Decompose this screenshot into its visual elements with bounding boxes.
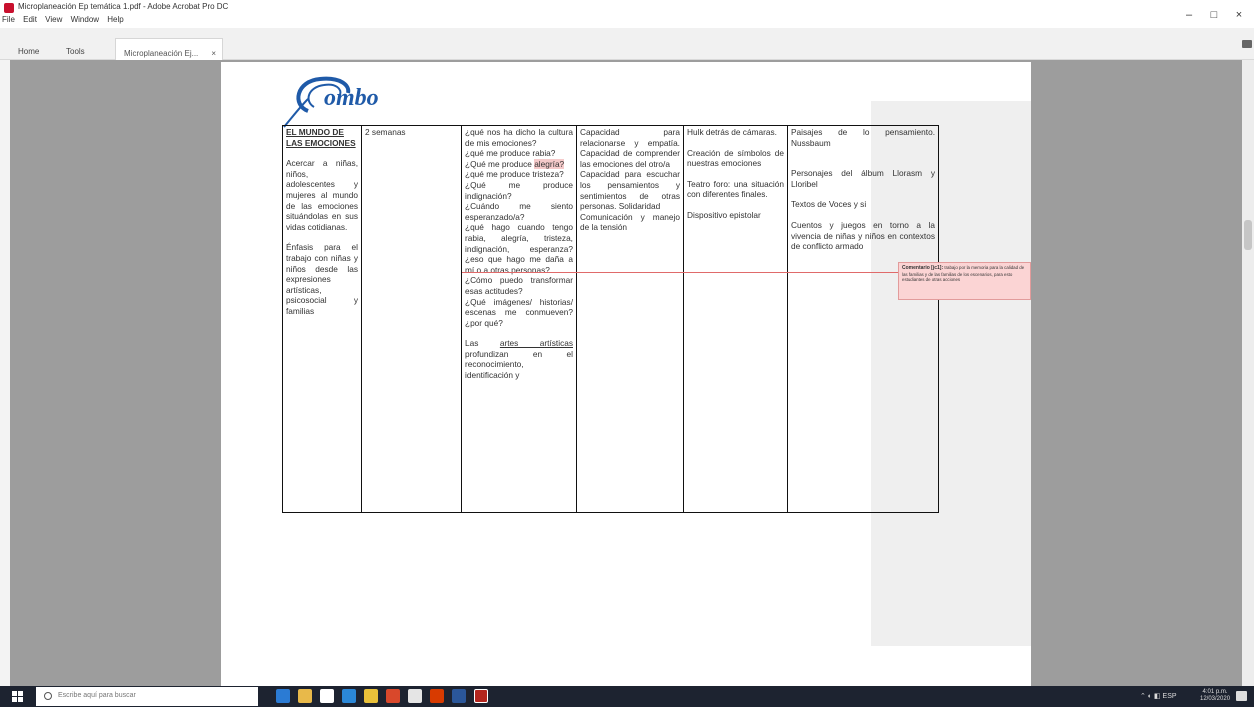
cell-activities: Hulk detrás de cámaras. Creación de símb…	[683, 125, 788, 513]
office-icon[interactable]	[386, 689, 400, 703]
menu-window[interactable]: Window	[71, 15, 99, 24]
combo-logo: ombo	[283, 76, 379, 128]
tab-bar: Home Tools Microplaneación Ej... ×	[0, 28, 1254, 60]
theme-title: EL MUNDO DE LAS EMOCIONES	[286, 127, 356, 148]
taskbar-search-input[interactable]: Escribe aquí para buscar	[36, 687, 258, 706]
activity-1: Hulk detrás de cámaras.	[687, 127, 777, 137]
tab-tools[interactable]: Tools	[66, 47, 85, 56]
activity-4: Dispositivo epistolar	[687, 209, 761, 220]
windows-start-icon[interactable]	[12, 691, 23, 702]
duration-text: 2 semanas	[365, 127, 406, 137]
arts-text-b: artes artísticas	[499, 338, 573, 349]
clock-time: 4:01 p.m.	[1202, 689, 1228, 695]
question-3: ¿Qué me produce alegría?	[465, 158, 573, 170]
edge-icon[interactable]	[276, 689, 290, 703]
vertical-scrollbar[interactable]	[1242, 60, 1254, 686]
menu-help[interactable]: Help	[107, 15, 123, 24]
language-indicator[interactable]: ESP	[1163, 693, 1177, 700]
resource-2: Personajes del álbum Llorasm y Lloribel	[791, 168, 935, 189]
question-2: ¿qué me produce rabia?	[465, 148, 556, 159]
mail-icon[interactable]	[342, 689, 356, 703]
acrobat-app-icon	[4, 3, 14, 13]
comment-balloon[interactable]: Comentario [jc1]: trabajo por la memoria…	[898, 262, 1031, 300]
theme-objective: Acercar a niñas, niños, adolescentes y m…	[286, 158, 358, 232]
question-3-text: ¿Qué me produce	[465, 158, 532, 169]
question-4: ¿qué me produce tristeza?	[465, 169, 564, 180]
resource-4: Cuentos y juegos en torno a la vivencia …	[791, 219, 935, 252]
resource-1: Paisajes de lo pensamiento. Nussbaum	[791, 127, 935, 148]
resource-3: Textos de Voces y si	[791, 199, 867, 210]
chrome-icon[interactable]	[364, 689, 378, 703]
left-pane-collapsed[interactable]	[0, 60, 10, 686]
question-6: ¿Cuándo me siento esperanzado/a?	[465, 201, 573, 222]
capacity-2: Capacidad para escuchar los pensamientos…	[580, 169, 680, 212]
menu-view[interactable]: View	[45, 15, 62, 24]
capacity-1: Capacidad para relacionarse y empatía. C…	[580, 127, 680, 169]
cell-duration: 2 semanas	[361, 125, 462, 513]
activity-3: Teatro foro: una situación con diferente…	[687, 178, 784, 200]
theme-emphasis: Énfasis para el trabajo con niñas y niño…	[286, 242, 358, 316]
close-tab-icon[interactable]: ×	[211, 49, 216, 58]
question-8: ¿Cómo puedo transformar esas actitudes?	[465, 275, 573, 296]
maximize-button[interactable]: □	[1205, 8, 1223, 22]
arts-paragraph: Las artes artísticas profundizan en el r…	[465, 338, 573, 380]
question-1: ¿qué nos ha dicho la cultura de mis emoc…	[465, 127, 573, 148]
scrollbar-thumb[interactable]	[1244, 220, 1252, 250]
powerpoint-icon[interactable]	[430, 689, 444, 703]
capacity-3: Comunicación y manejo de la tensión	[580, 211, 680, 233]
word-icon[interactable]	[452, 689, 466, 703]
comment-author: Comentario [jc1]:	[902, 265, 944, 271]
activity-2: Creación de símbolos de nuestras emocion…	[687, 147, 784, 169]
svg-text:ombo: ombo	[324, 85, 379, 111]
clock-date: 12/03/2020	[1200, 696, 1231, 702]
cell-questions: ¿qué nos ha dicho la cultura de mis emoc…	[461, 125, 577, 513]
search-icon	[44, 692, 52, 700]
question-9: ¿Qué imágenes/ historias/ escenas me con…	[465, 296, 573, 328]
notifications-icon[interactable]	[1236, 691, 1247, 701]
taskbar: Escribe aquí para buscar ⌃ ◐ ◧ ESP 4:01 …	[0, 686, 1254, 707]
clock[interactable]: 4:01 p.m. 12/03/2020	[1200, 689, 1230, 703]
minimize-button[interactable]: –	[1180, 8, 1198, 22]
arts-text-c: profundizan en el reconocimiento, identi…	[465, 348, 573, 381]
cell-resources: Paisajes de lo pensamiento. Nussbaum Per…	[787, 125, 939, 513]
cell-capacities: Capacidad para relacionarse y empatía. C…	[576, 125, 684, 513]
store-icon[interactable]	[320, 689, 334, 703]
planning-table: EL MUNDO DE LAS EMOCIONES Acercar a niña…	[282, 125, 939, 513]
arts-text-a: Las	[465, 338, 479, 349]
search-placeholder: Escribe aquí para buscar	[58, 692, 136, 699]
title-bar: Microplaneación Ep temática 1.pdf - Adob…	[0, 0, 1254, 28]
comment-panel-icon[interactable]	[1242, 40, 1252, 48]
window-title: Microplaneación Ep temática 1.pdf - Adob…	[18, 2, 229, 11]
cell-theme: EL MUNDO DE LAS EMOCIONES Acercar a niña…	[282, 125, 362, 513]
tray-icons[interactable]: ⌃ ◐ ◧ ESP	[1140, 692, 1177, 700]
notes-icon[interactable]	[408, 689, 422, 703]
question-7: ¿qué hago cuando tengo rabia, alegría, t…	[465, 222, 573, 275]
table-row: EL MUNDO DE LAS EMOCIONES Acercar a niña…	[282, 125, 939, 513]
tab-home[interactable]: Home	[18, 47, 39, 56]
question-5: ¿Qué me produce indignación?	[465, 179, 573, 201]
menu-file[interactable]: File	[2, 15, 15, 24]
highlighted-text[interactable]: alegría?	[534, 158, 565, 169]
tab-document-label: Microplaneación Ej...	[124, 49, 199, 58]
menu-edit[interactable]: Edit	[23, 15, 37, 24]
file-explorer-icon[interactable]	[298, 689, 312, 703]
acrobat-taskbar-icon[interactable]	[474, 689, 488, 703]
menu-bar: File Edit View Window Help	[2, 15, 130, 24]
tab-document[interactable]: Microplaneación Ej... ×	[115, 38, 223, 60]
close-window-button[interactable]: ×	[1230, 8, 1248, 22]
